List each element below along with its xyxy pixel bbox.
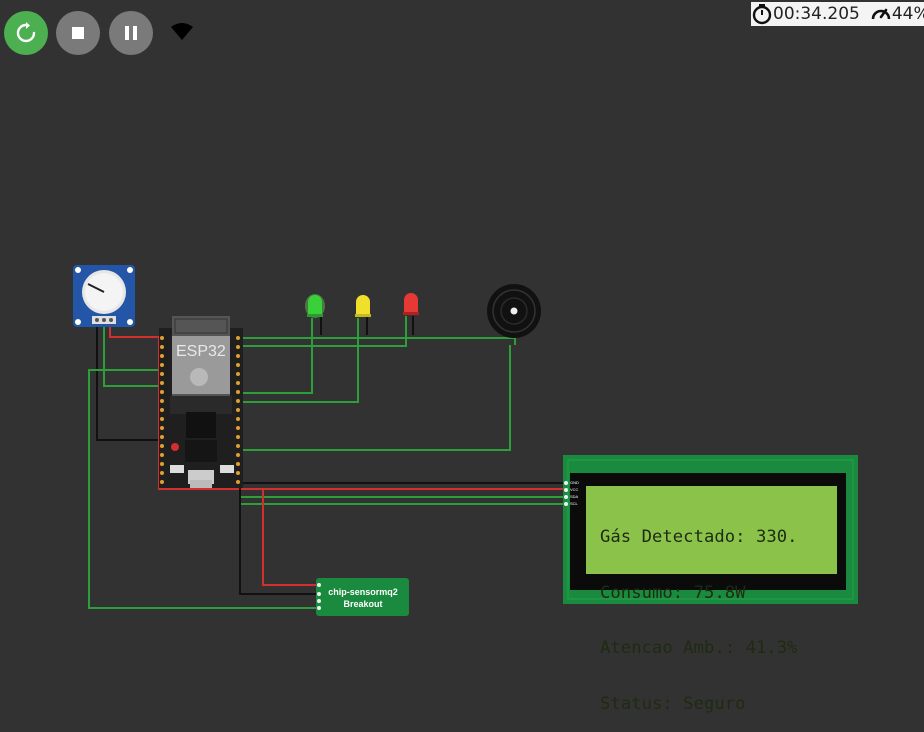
led-green[interactable] (305, 294, 325, 318)
sensor-chip-type: Breakout (343, 599, 383, 609)
buzzer[interactable] (487, 284, 541, 338)
wire-led-yellow[interactable] (240, 318, 359, 403)
lcd-pin-gnd: GND (570, 480, 579, 485)
lcd-pin-vcc: VCC (570, 487, 579, 492)
led-red[interactable] (403, 293, 419, 315)
esp32-board[interactable] (159, 316, 243, 488)
sensor-chip-label: chip-sensormq2 Breakout (317, 586, 409, 610)
wire-buzzer-signal[interactable] (240, 345, 511, 451)
wire-sensor-gnd[interactable] (239, 483, 318, 595)
lcd-line-4: Status: Seguro (600, 693, 746, 714)
lcd-pin-scl: SCL (570, 501, 578, 506)
wire-pot-signal[interactable] (103, 325, 161, 387)
led-yellow[interactable] (355, 295, 371, 317)
lcd-line-3: Atencao Amb.: 41.3% (600, 638, 798, 658)
lcd-display: Gás Detectado: 330. Consumo: 75.8W Atenc… (600, 491, 836, 732)
wire-led-red[interactable] (240, 316, 407, 347)
wire-pot-gnd[interactable] (96, 325, 161, 441)
lcd-line-1: Gás Detectado: 330. (600, 527, 798, 547)
lcd-pin-sda: SDA (570, 494, 579, 499)
sensor-chip-name: chip-sensormq2 (328, 587, 398, 597)
lcd-line-2: Consumo: 75.8W (600, 582, 746, 603)
wire-led-green[interactable] (240, 318, 313, 394)
wire-buzzer[interactable] (240, 337, 516, 345)
esp32-label: ESP32 (176, 343, 226, 360)
potentiometer[interactable] (73, 265, 135, 327)
